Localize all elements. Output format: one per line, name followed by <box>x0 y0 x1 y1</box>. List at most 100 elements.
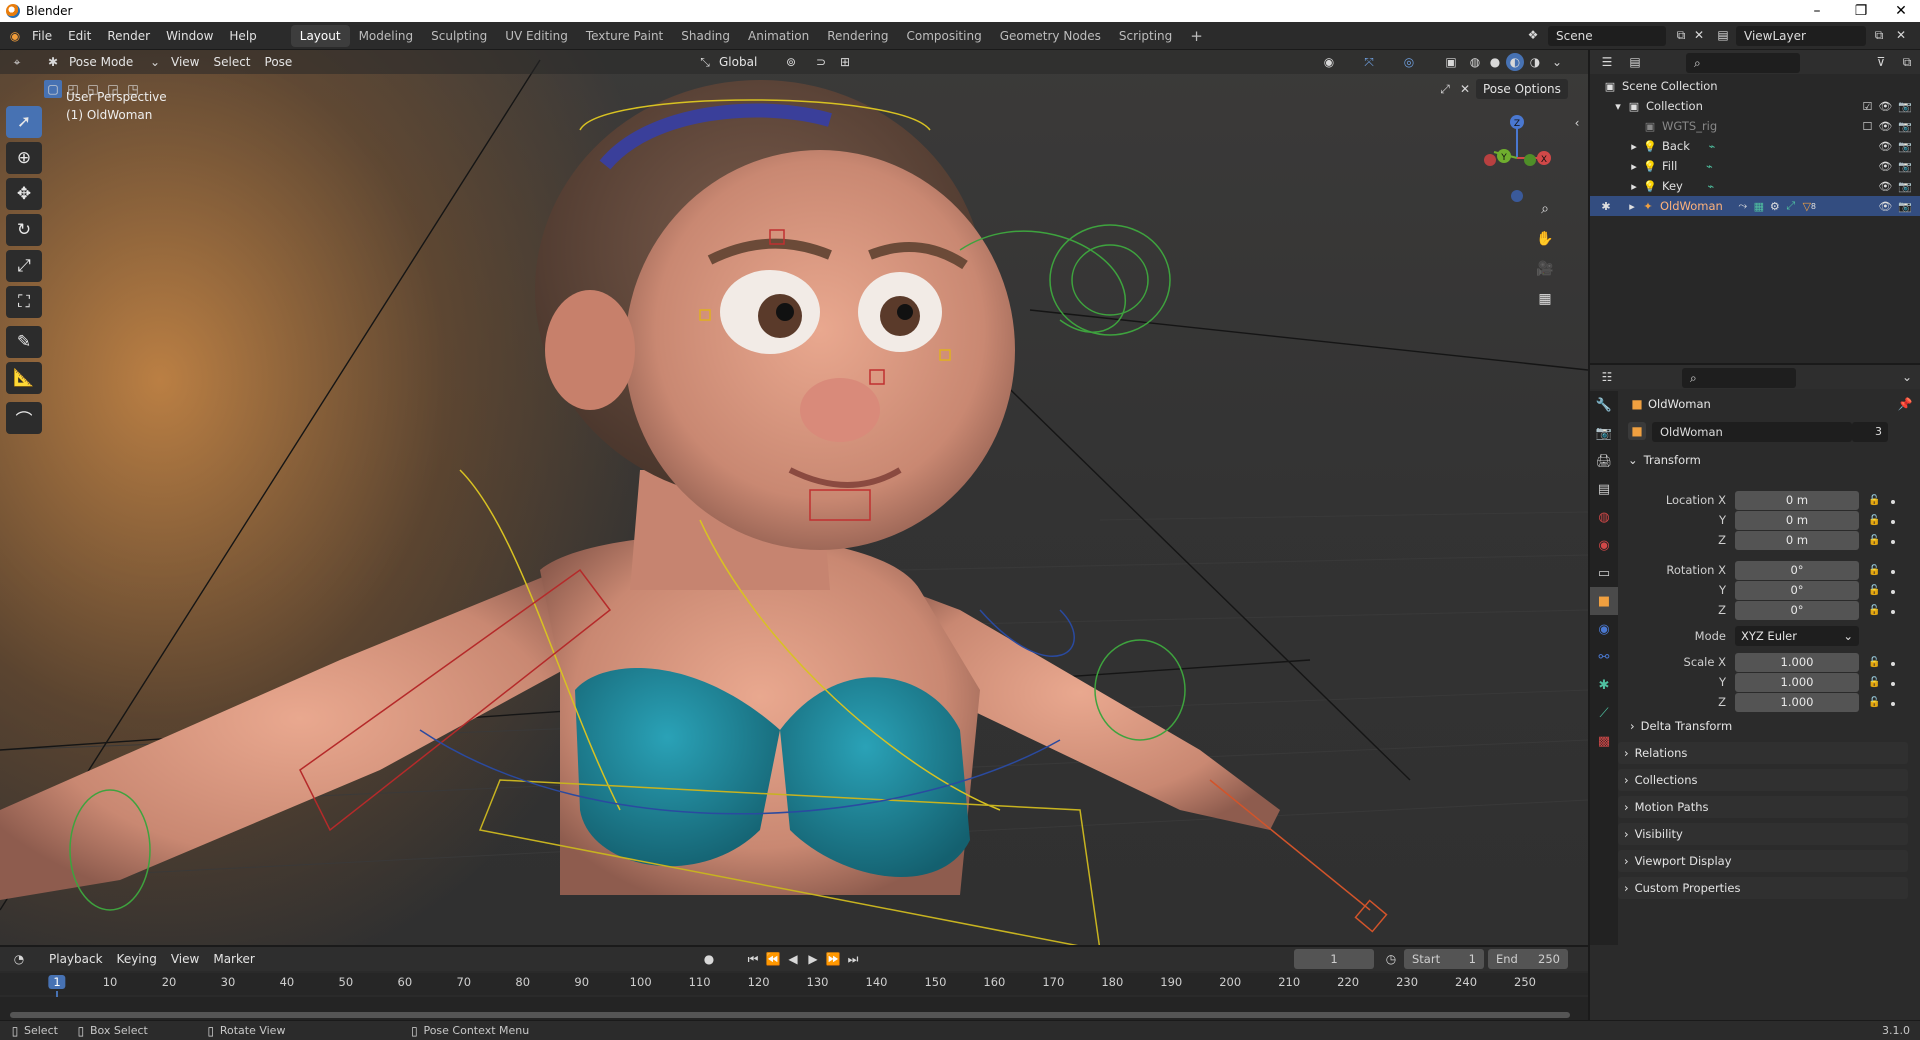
panel-custom-properties[interactable]: › Custom Properties <box>1618 877 1908 899</box>
pan-hand-icon[interactable]: ✋ <box>1532 226 1558 252</box>
lock-icon[interactable]: 🔓 <box>1868 585 1880 596</box>
expand-arrow-icon[interactable]: ▸ <box>1626 160 1642 173</box>
panel-collections[interactable]: › Collections <box>1618 769 1908 791</box>
tab-animation[interactable]: Animation <box>739 25 818 47</box>
annotate-tool[interactable]: ✎ <box>6 326 42 358</box>
xray-icon[interactable]: ▣ <box>1442 53 1460 71</box>
eye-icon[interactable]: 👁 <box>1878 140 1892 153</box>
camera-icon[interactable]: 📷 <box>1898 100 1912 113</box>
modifier-icon[interactable]: ⚙ <box>1767 200 1783 213</box>
tab-geometry-nodes[interactable]: Geometry Nodes <box>991 25 1110 47</box>
timeline-editor-icon[interactable]: ◔ <box>10 950 28 968</box>
wireframe-shading-icon[interactable]: ◍ <box>1466 53 1484 71</box>
outliner-editor-icon[interactable]: ☰ <box>1598 53 1616 71</box>
menu-window[interactable]: Window <box>158 29 221 43</box>
panel-relations[interactable]: › Relations <box>1618 742 1908 764</box>
viewport-scene[interactable] <box>0 50 1588 945</box>
transform-tool[interactable]: ⛶ <box>6 286 42 318</box>
collection-tab-icon[interactable]: ▭ <box>1590 559 1618 587</box>
gizmo-icon[interactable]: ⤧ <box>1360 53 1378 71</box>
expand-arrow-icon[interactable]: ▸ <box>1626 180 1642 193</box>
tab-rendering[interactable]: Rendering <box>818 25 897 47</box>
eye-icon[interactable]: 👁 <box>1878 160 1892 173</box>
outliner-row-back[interactable]: ▸ 💡 Back ⌁ 👁 📷 <box>1590 136 1920 156</box>
output-tab-icon[interactable]: 🖨 <box>1590 447 1618 475</box>
rotation-z-field[interactable]: 0° <box>1735 601 1859 620</box>
overlays-icon[interactable]: ◎ <box>1400 53 1418 71</box>
scale-tool[interactable]: ⤢ <box>6 250 42 282</box>
outliner-row-fill[interactable]: ▸ 💡 Fill ⌁ 👁 📷 <box>1590 156 1920 176</box>
blender-menu-icon[interactable]: ◉ <box>6 27 24 45</box>
start-frame-field[interactable]: Start 1 <box>1404 949 1484 969</box>
datablock-name-field[interactable]: OldWoman <box>1652 422 1852 442</box>
sidebar-toggle-icon[interactable]: ‹ <box>1568 114 1586 132</box>
view-layer-selector[interactable]: ViewLayer <box>1736 26 1866 46</box>
jump-prev-key-icon[interactable]: ⏪ <box>764 950 782 968</box>
keyframe-dot-icon[interactable] <box>1891 520 1895 524</box>
menu-edit[interactable]: Edit <box>60 29 99 43</box>
datablock-browse-icon[interactable]: ■ <box>1628 422 1646 440</box>
solid-shading-icon[interactable]: ● <box>1486 53 1504 71</box>
navigation-gizmo[interactable]: Z X Y <box>1472 108 1562 208</box>
properties-editor-icon[interactable]: ☷ <box>1598 368 1616 386</box>
delete-view-layer-icon[interactable]: ✕ <box>1892 26 1910 44</box>
tab-shading[interactable]: Shading <box>672 25 739 47</box>
scene-selector[interactable]: Scene <box>1548 26 1666 46</box>
tab-modeling[interactable]: Modeling <box>350 25 423 47</box>
outliner-row-collection[interactable]: ▾ ▣ Collection ☑ 👁 📷 <box>1590 96 1920 116</box>
mesh-icon[interactable]: ▦ <box>1751 200 1767 213</box>
minimize-button[interactable]: – <box>1794 0 1840 22</box>
editor-type-icon[interactable]: ⌖ <box>8 53 26 71</box>
keyframe-dot-icon[interactable] <box>1891 590 1895 594</box>
delete-scene-icon[interactable]: ✕ <box>1690 26 1708 44</box>
eye-icon[interactable]: 👁 <box>1878 120 1892 133</box>
rotation-x-field[interactable]: 0° <box>1735 561 1859 580</box>
camera-icon[interactable]: 📷 <box>1898 200 1912 213</box>
end-frame-field[interactable]: End 250 <box>1488 949 1568 969</box>
display-mode-icon[interactable]: ▤ <box>1626 53 1644 71</box>
cursor-tool[interactable]: ⊕ <box>6 142 42 174</box>
new-collection-icon[interactable]: ⧉ <box>1898 53 1916 71</box>
bone-icon[interactable]: ⤢ <box>1783 199 1799 213</box>
render-tab-icon[interactable]: 📷 <box>1590 419 1618 447</box>
tab-uv-editing[interactable]: UV Editing <box>496 25 577 47</box>
keyframe-dot-icon[interactable] <box>1891 540 1895 544</box>
camera-icon[interactable]: 📷 <box>1898 160 1912 173</box>
rotation-y-field[interactable]: 0° <box>1735 581 1859 600</box>
menu-playback[interactable]: Playback <box>42 949 110 969</box>
object-tab-icon[interactable]: ■ <box>1590 587 1618 615</box>
filter-icon[interactable]: ⊽ <box>1872 53 1890 71</box>
menu-render[interactable]: Render <box>99 29 158 43</box>
checkbox-icon[interactable]: ☑ <box>1862 100 1872 113</box>
scale-z-field[interactable]: 1.000 <box>1735 693 1859 712</box>
light-data-icon[interactable]: ⌁ <box>1704 140 1720 153</box>
lock-icon[interactable]: 🔓 <box>1868 495 1880 506</box>
menu-keying[interactable]: Keying <box>110 949 164 969</box>
fullscreen-icon[interactable]: ⤢ <box>1436 80 1454 98</box>
add-workspace-button[interactable]: + <box>1181 25 1212 47</box>
play-reverse-icon[interactable]: ◀ <box>784 950 802 968</box>
checkbox-icon[interactable]: ☐ <box>1862 120 1872 133</box>
visibility-icon[interactable]: ◉ <box>1320 53 1338 71</box>
scale-x-field[interactable]: 1.000 <box>1735 653 1859 672</box>
delta-transform-subpanel[interactable]: › Delta Transform <box>1630 715 1900 737</box>
move-tool[interactable]: ✥ <box>6 178 42 210</box>
keyframe-dot-icon[interactable] <box>1891 570 1895 574</box>
armature-tab-icon[interactable]: ✱ <box>1590 671 1618 699</box>
tab-sculpting[interactable]: Sculpting <box>422 25 496 47</box>
snap-target-icon[interactable]: ⊞ <box>836 53 854 71</box>
clock-icon[interactable]: ◷ <box>1382 950 1400 968</box>
mode-selector[interactable]: Pose Mode <box>62 52 146 72</box>
menu-marker[interactable]: Marker <box>206 949 261 969</box>
camera-icon[interactable]: 📷 <box>1898 180 1912 193</box>
transform-orientation-selector[interactable]: Global <box>712 52 764 72</box>
snap-icon[interactable]: ⊃ <box>812 53 830 71</box>
location-z-field[interactable]: 0 m <box>1735 531 1859 550</box>
outliner-row-wgts-rig[interactable]: ▣ WGTS_rig ☐ 👁 📷 <box>1590 116 1920 136</box>
frame-ruler[interactable]: 1 10 20 30 40 50 60 70 80 90 100 110 120 130 140 150 160… <box>0 973 1588 1021</box>
expand-arrow-icon[interactable]: ▸ <box>1626 140 1642 153</box>
eye-icon[interactable]: 👁 <box>1878 200 1892 213</box>
tool-tab-icon[interactable]: 🔧 <box>1590 391 1618 419</box>
camera-view-icon[interactable]: 🎥 <box>1532 256 1558 282</box>
lock-icon[interactable]: 🔓 <box>1868 565 1880 576</box>
